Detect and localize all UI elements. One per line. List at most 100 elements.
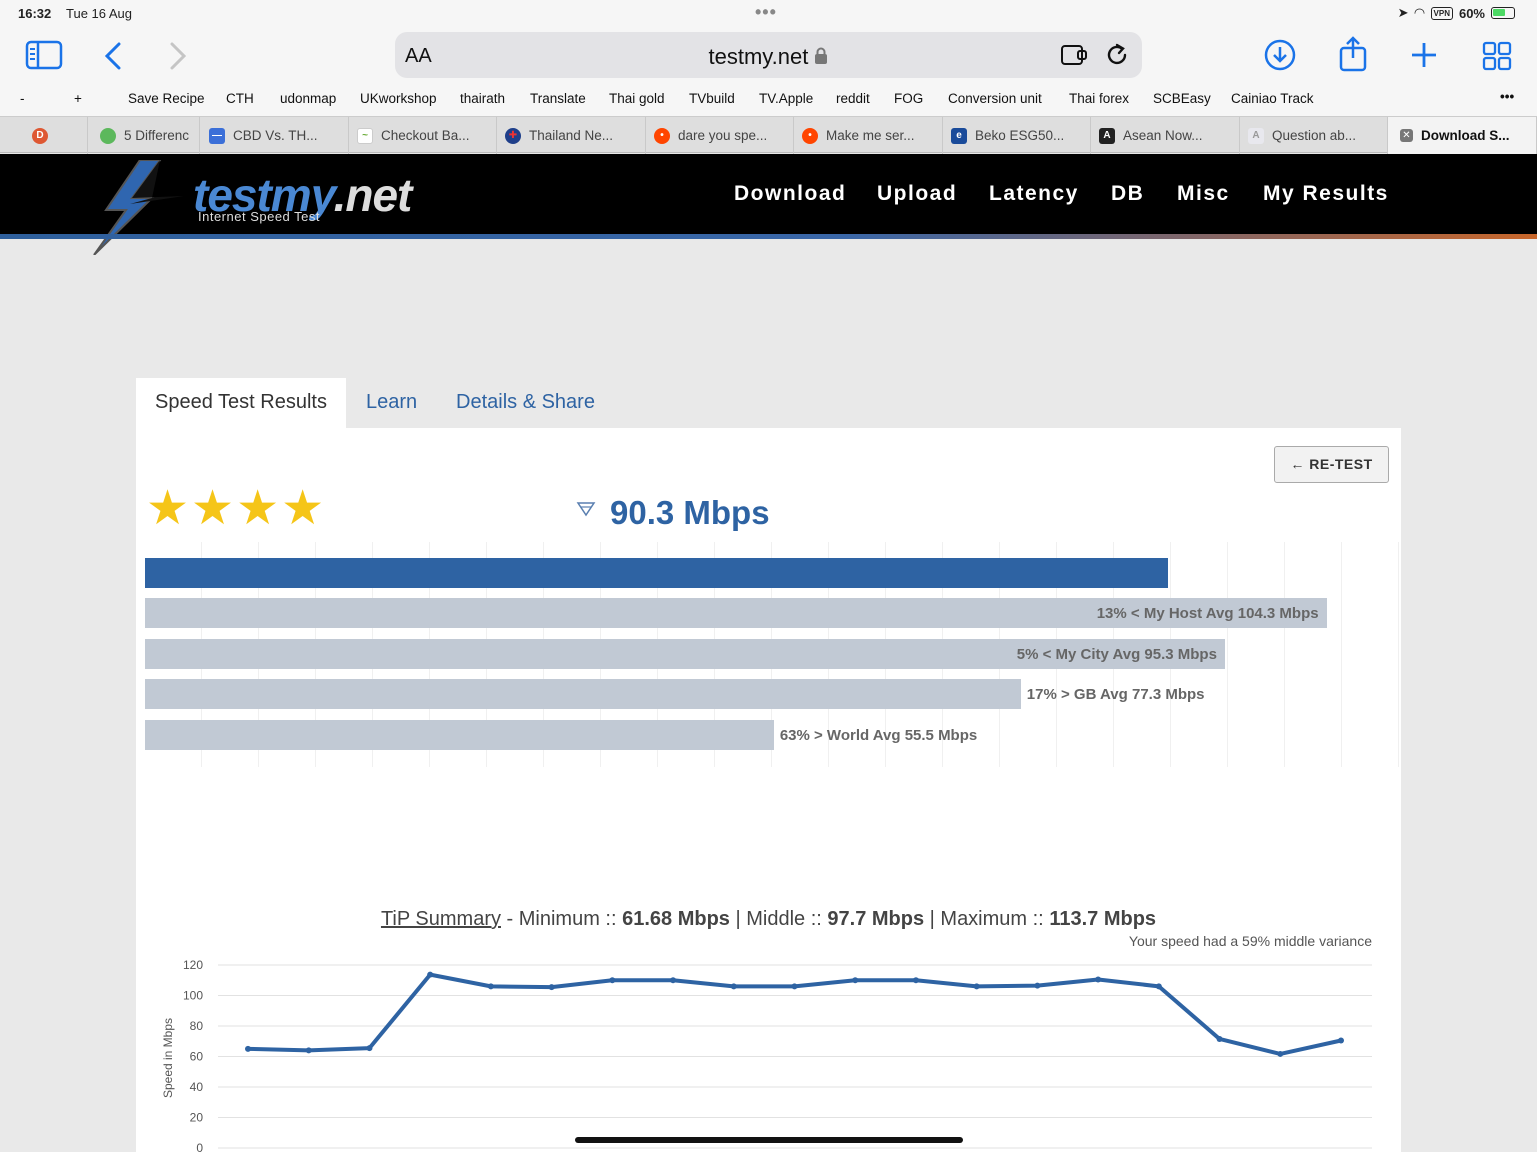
data-point[interactable]: [487, 983, 494, 990]
forward-icon[interactable]: [168, 42, 188, 70]
bookmark-thai-gold[interactable]: Thai gold: [609, 91, 665, 106]
share-icon[interactable]: [1338, 36, 1368, 72]
lightning-logo-icon[interactable]: [90, 160, 190, 255]
tab-pinned-duckduckgo[interactable]: D: [0, 117, 88, 154]
gridline: [1398, 542, 1399, 767]
tab-item[interactable]: A Asean Now...: [1091, 117, 1240, 154]
site-favicon-icon: A: [1099, 127, 1115, 144]
data-point[interactable]: [1095, 976, 1102, 983]
bookmark-translate[interactable]: Translate: [530, 91, 586, 106]
more-bookmarks-icon[interactable]: •••: [1500, 89, 1514, 104]
address-bar[interactable]: AA testmy.net: [395, 32, 1142, 78]
status-date: Tue 16 Aug: [66, 6, 133, 21]
tip-mid: 97.7 Mbps: [827, 908, 925, 930]
safari-toolbar: AA testmy.net: [0, 28, 1537, 86]
data-point[interactable]: [730, 983, 737, 990]
nav-upload[interactable]: Upload: [877, 182, 957, 206]
data-point[interactable]: [1338, 1037, 1344, 1044]
data-point[interactable]: [973, 983, 980, 990]
y-tick-label: 60: [190, 1050, 204, 1064]
data-point[interactable]: [670, 977, 677, 984]
y-tick-label: 0: [196, 1141, 203, 1152]
retest-button[interactable]: ← RE-TEST: [1274, 446, 1389, 483]
tab-details-share[interactable]: Details & Share: [456, 378, 595, 428]
close-tab-icon[interactable]: ✕: [1400, 129, 1413, 142]
tab-item[interactable]: e Beko ESG50...: [943, 117, 1091, 154]
data-point[interactable]: [366, 1045, 373, 1052]
tab-item[interactable]: 5 Differenc: [88, 117, 200, 154]
sidebar-icon[interactable]: [25, 40, 63, 70]
data-point[interactable]: [305, 1047, 312, 1054]
tip-sep: | Middle ::: [729, 908, 828, 930]
bookmark-tv-apple[interactable]: TV.Apple: [759, 91, 813, 106]
bookmark-scbeasy[interactable]: SCBEasy: [1153, 91, 1211, 106]
bookmark-cainiao-track[interactable]: Cainiao Track: [1231, 91, 1314, 106]
data-point[interactable]: [852, 977, 859, 984]
tip-min: 61.68 Mbps: [622, 908, 730, 930]
battery-icon: [1491, 7, 1515, 19]
data-point[interactable]: [1155, 983, 1162, 990]
site-favicon-icon: —: [209, 127, 225, 144]
duckduckgo-icon: D: [32, 127, 48, 144]
data-point[interactable]: [912, 977, 919, 984]
bookmark-fog[interactable]: FOG: [894, 91, 923, 106]
tip-sep: | Maximum ::: [924, 908, 1050, 930]
gb-avg-label: 17% > GB Avg 77.3 Mbps: [1026, 686, 1205, 703]
tab-item[interactable]: • Make me ser...: [794, 117, 943, 154]
tab-item[interactable]: — CBD Vs. TH...: [201, 117, 349, 154]
download-arrow-icon: [576, 502, 596, 517]
bookmark-udonmap[interactable]: udonmap: [280, 91, 336, 106]
new-tab-icon[interactable]: [1410, 41, 1438, 69]
data-point[interactable]: [791, 983, 798, 990]
y-tick-label: 20: [190, 1111, 204, 1125]
vpn-badge: VPN: [1430, 6, 1453, 20]
data-point[interactable]: [1277, 1050, 1284, 1057]
bookmark-tvbuild[interactable]: TVbuild: [689, 91, 735, 106]
bookmark-thairath[interactable]: thairath: [460, 91, 505, 106]
site-favicon-icon: ~: [357, 127, 373, 144]
bookmark-ukworkshop[interactable]: UKworkshop: [360, 91, 437, 106]
nav-latency[interactable]: Latency: [989, 182, 1079, 206]
tab-item[interactable]: ✚ Thailand Ne...: [497, 117, 646, 154]
back-icon[interactable]: [103, 42, 123, 70]
bookmark-thai-forex[interactable]: Thai forex: [1069, 91, 1129, 106]
bookmark-conversion-unit[interactable]: Conversion unit: [948, 91, 1042, 106]
bookmark-reddit[interactable]: reddit: [836, 91, 870, 106]
nav-my-results[interactable]: My Results: [1263, 182, 1389, 206]
tab-item[interactable]: • dare you spe...: [646, 117, 794, 154]
data-point[interactable]: [427, 971, 434, 978]
tab-item-active[interactable]: ✕ Download S...: [1388, 117, 1537, 154]
extension-icon[interactable]: [1060, 43, 1090, 67]
data-point[interactable]: [548, 984, 555, 991]
reload-icon[interactable]: [1104, 42, 1130, 68]
bookmark-plus[interactable]: +: [74, 91, 82, 106]
tab-label: 5 Differenc: [124, 128, 190, 143]
tab-item[interactable]: ~ Checkout Ba...: [349, 117, 497, 154]
data-point[interactable]: [609, 977, 616, 984]
gb-avg-bar: [145, 679, 1021, 709]
tab-speed-test-results[interactable]: Speed Test Results: [136, 378, 346, 428]
reddit-icon: •: [802, 127, 818, 144]
tab-overview-icon[interactable]: [1482, 41, 1512, 71]
home-indicator[interactable]: [575, 1137, 963, 1143]
tab-label: Make me ser...: [826, 128, 915, 143]
tab-item[interactable]: A Question ab...: [1240, 117, 1388, 154]
nav-download[interactable]: Download: [734, 182, 846, 206]
data-point[interactable]: [1216, 1035, 1223, 1042]
download-icon[interactable]: [1264, 39, 1296, 71]
reddit-icon: •: [654, 127, 670, 144]
tip-summary-link[interactable]: TiP Summary: [381, 908, 501, 930]
lock-icon: [815, 47, 828, 64]
nav-db[interactable]: DB: [1111, 182, 1144, 206]
data-point[interactable]: [245, 1045, 251, 1052]
bookmark-cth[interactable]: CTH: [226, 91, 254, 106]
data-point[interactable]: [1034, 982, 1041, 989]
tab-learn[interactable]: Learn: [366, 378, 417, 428]
bookmark-minus[interactable]: -: [20, 91, 25, 106]
url-text[interactable]: testmy.net: [395, 44, 1142, 70]
bookmark-save-recipe[interactable]: Save Recipe: [128, 91, 205, 106]
multitasking-dots-icon[interactable]: •••: [755, 2, 777, 23]
site-favicon-icon: e: [951, 127, 967, 144]
world-avg-bar: [145, 720, 774, 750]
nav-misc[interactable]: Misc: [1177, 182, 1230, 206]
